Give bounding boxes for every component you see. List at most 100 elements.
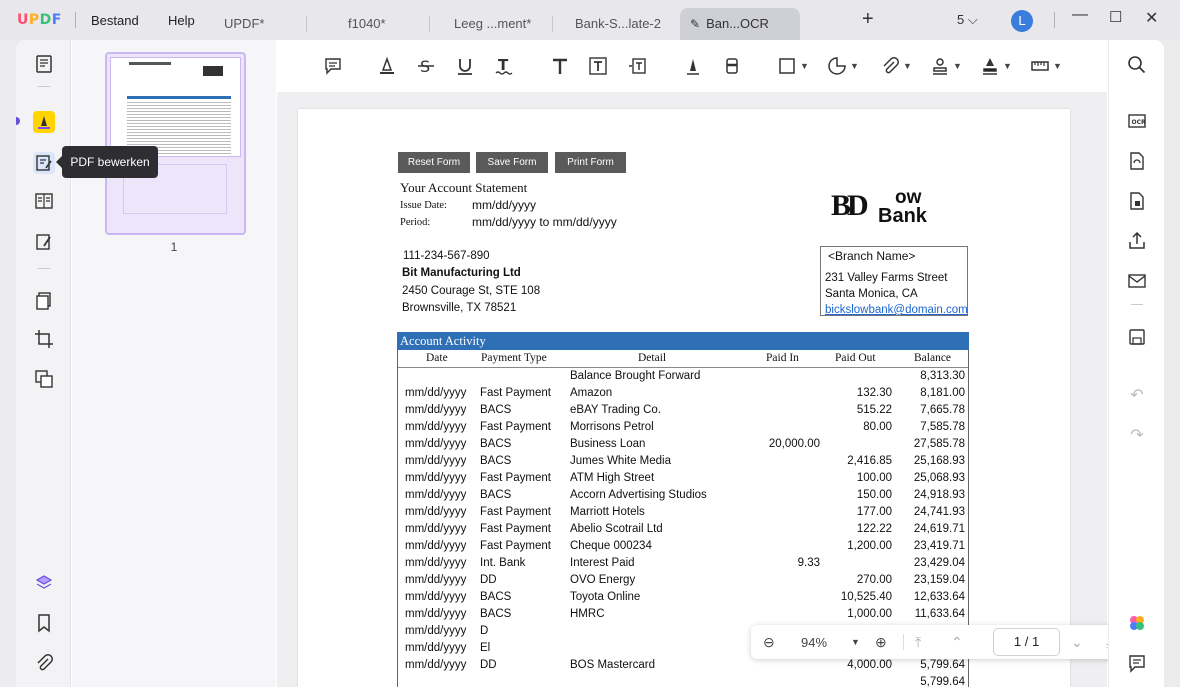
page-thumbnail[interactable]	[105, 52, 246, 235]
reader-icon[interactable]	[33, 53, 55, 75]
reset-form-button[interactable]: Reset Form	[398, 152, 470, 173]
save-form-button[interactable]: Save Form	[476, 152, 548, 173]
text-callout-icon[interactable]	[627, 54, 647, 78]
edit-pdf-icon[interactable]	[33, 152, 55, 174]
branch-email-link[interactable]: bickslowbank@domain.com	[825, 304, 968, 316]
text-icon[interactable]	[550, 54, 570, 78]
zoom-in-icon[interactable]: ⊕	[875, 632, 887, 652]
address-line-2: Brownsville, TX 78521	[402, 302, 517, 314]
underline-icon[interactable]	[455, 54, 475, 78]
table-cell: mm/dd/yyyy	[405, 404, 467, 416]
fill-sign-icon[interactable]	[33, 231, 55, 253]
table-cell: 11,633.64	[914, 608, 965, 620]
table-row: mm/dd/yyyy BACS Jumes White Media 2,416.85 2…	[398, 455, 968, 472]
undo-icon[interactable]: ↶	[1126, 384, 1148, 406]
signature-icon[interactable]: ▼	[980, 54, 1012, 78]
organize-pages-icon[interactable]	[33, 290, 55, 312]
tab-label: Ban...OCR	[706, 16, 769, 31]
squiggly-icon[interactable]: T	[494, 54, 514, 78]
table-cell: Amazon	[570, 387, 613, 399]
convert-pdf-icon[interactable]	[1126, 150, 1148, 172]
bank-logo: BD ow Bank	[829, 183, 969, 233]
first-page-icon[interactable]: ⤒	[915, 632, 921, 652]
mail-icon[interactable]	[1126, 270, 1148, 292]
crop-icon[interactable]	[33, 328, 55, 350]
attach-icon[interactable]: ▼	[880, 54, 912, 78]
tab-leeg-document[interactable]: Leeg ...ment*	[444, 8, 541, 40]
sticker-icon[interactable]: ▼	[827, 54, 859, 78]
period-value[interactable]: mm/dd/yyyy to mm/dd/yyyy	[472, 215, 617, 229]
table-cell: 122.22	[856, 523, 892, 535]
textbox-icon[interactable]	[588, 54, 608, 78]
next-page-icon[interactable]: ⌄	[1071, 632, 1083, 652]
table-cell: Jumes White Media	[570, 455, 671, 467]
zoom-dropdown-icon[interactable]: ▼	[851, 632, 860, 652]
attachment-icon[interactable]	[33, 652, 55, 674]
tab-count[interactable]: 5 ⌵	[957, 12, 978, 28]
svg-text:OCR: OCR	[1132, 119, 1147, 126]
tab-bank-ocr[interactable]: ✎Ban...OCR✕	[680, 8, 800, 64]
measure-icon[interactable]: ▼	[1030, 54, 1062, 78]
new-tab-icon[interactable]: +	[862, 8, 874, 31]
page-current: 1	[1013, 634, 1022, 649]
tab-updf[interactable]: UPDF*	[214, 8, 274, 40]
chevron-down-icon: ▼	[1053, 61, 1062, 71]
strikethrough-icon[interactable]: S	[416, 54, 436, 78]
tab-bank-statement[interactable]: Bank-S...late-2	[565, 8, 671, 40]
stamp-icon[interactable]: ▼	[930, 54, 962, 78]
phone: 111-234-567-890	[403, 250, 490, 262]
ai-assistant-icon[interactable]	[1126, 612, 1148, 634]
table-cell: BACS	[480, 489, 512, 501]
page-input[interactable]: 1 / 1	[993, 628, 1060, 656]
menu-bestand[interactable]: Bestand	[91, 13, 139, 28]
left-toolbar	[16, 40, 71, 687]
page-layout-icon[interactable]	[33, 190, 55, 212]
table-cell: mm/dd/yyyy	[405, 540, 467, 552]
divider	[38, 268, 50, 269]
right-toolbar: OCR ↶ ↷	[1108, 40, 1164, 687]
col-date: Date	[426, 352, 448, 364]
window-close-icon[interactable]: ✕	[1145, 8, 1158, 28]
table-cell: 1,200.00	[847, 540, 892, 552]
logo-mark: BD	[831, 189, 869, 222]
zoom-out-icon[interactable]: ⊖	[763, 632, 775, 652]
eraser-icon[interactable]	[722, 54, 742, 78]
comments-panel-icon[interactable]	[1126, 652, 1148, 674]
avatar[interactable]: L	[1011, 10, 1033, 32]
table-cell: 150.00	[856, 489, 892, 501]
layers-icon[interactable]	[33, 572, 55, 594]
redo-icon[interactable]: ↷	[1126, 424, 1148, 446]
zoom-level[interactable]: 94%	[801, 632, 827, 652]
convert-icon[interactable]	[33, 368, 55, 390]
shape-icon[interactable]: ▼	[777, 54, 809, 78]
ocr-icon[interactable]: OCR	[1126, 110, 1148, 132]
table-cell: 24,619.71	[913, 523, 965, 535]
table-row: Balance Brought Forward 8,313.30	[398, 370, 968, 387]
share-icon[interactable]	[1126, 230, 1148, 252]
table-cell: mm/dd/yyyy	[405, 455, 467, 467]
save-icon[interactable]	[1126, 326, 1148, 348]
pencil-icon[interactable]	[683, 54, 703, 78]
maximize-icon[interactable]: ☐	[1109, 8, 1122, 26]
bookmark-icon[interactable]	[33, 612, 55, 634]
table-cell: DD	[480, 659, 497, 671]
table-cell: DD	[480, 574, 497, 586]
print-form-button[interactable]: Print Form	[555, 152, 626, 173]
branch-street: 231 Valley Farms Street	[825, 272, 948, 284]
issue-date-value[interactable]: mm/dd/yyyy	[472, 198, 536, 212]
table-cell: BOS Mastercard	[570, 659, 655, 671]
minimize-icon[interactable]: —	[1072, 6, 1088, 24]
branch-city: Santa Monica, CA	[825, 288, 918, 300]
tab-f1040[interactable]: f1040*	[338, 8, 396, 40]
highlight-icon[interactable]	[377, 54, 397, 78]
table-cell: Abelio Scotrail Ltd	[570, 523, 663, 535]
protect-icon[interactable]	[1126, 190, 1148, 212]
divider	[75, 12, 76, 28]
comment-highlighter-icon[interactable]	[33, 111, 55, 133]
table-row: mm/dd/yyyy Fast Payment ATM High Street 100…	[398, 472, 968, 489]
menu-help[interactable]: Help	[168, 13, 195, 28]
search-icon[interactable]	[1126, 54, 1148, 76]
branch-name[interactable]: <Branch Name>	[828, 249, 915, 263]
prev-page-icon[interactable]: ⌃	[951, 632, 963, 652]
comment-icon[interactable]	[323, 54, 343, 78]
